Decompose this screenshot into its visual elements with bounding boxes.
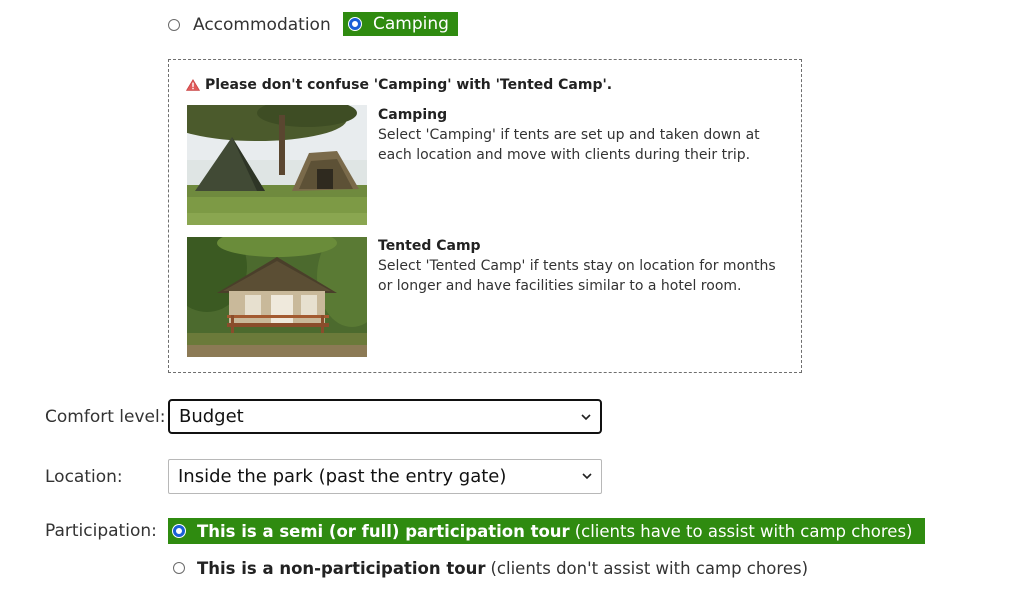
radio-camping-label: Camping (373, 14, 449, 34)
non-participation-bold: This is a non-participation tour (197, 558, 486, 578)
camping-info-box: Please don't confuse 'Camping' with 'Ten… (168, 59, 802, 373)
radio-camping[interactable]: Camping (343, 12, 458, 36)
radio-circle-icon (168, 19, 180, 31)
semi-participation-bold: This is a semi (or full) participation t… (197, 521, 570, 541)
radio-accommodation[interactable]: Accommodation (168, 14, 331, 36)
comfort-level-select[interactable]: Budget (168, 399, 602, 434)
semi-participation-detail: (clients have to assist with camp chores… (574, 521, 913, 541)
semi-participation-text: This is a semi (or full) participation t… (197, 522, 913, 541)
location-select[interactable]: Inside the park (past the entry gate) (168, 459, 602, 494)
radio-non-participation[interactable]: This is a non-participation tour (clients… (168, 555, 820, 581)
camping-title: Camping (378, 107, 448, 123)
tented-camp-photo (187, 237, 367, 357)
tented-camp-text: Tented Camp Select 'Tented Camp' if tent… (378, 238, 788, 296)
comfort-level-label: Comfort level: (45, 407, 166, 427)
warning-row: Please don't confuse 'Camping' with 'Ten… (186, 77, 612, 93)
tented-camp-title: Tented Camp (378, 238, 481, 254)
tented-camp-description: Select 'Tented Camp' if tents stay on lo… (378, 258, 776, 294)
chevron-down-icon (581, 414, 591, 421)
location-label: Location: (45, 467, 123, 487)
comfort-level-value: Budget (179, 406, 244, 427)
location-value: Inside the park (past the entry gate) (178, 466, 507, 487)
radio-accommodation-label: Accommodation (193, 15, 331, 35)
non-participation-text: This is a non-participation tour (clients… (197, 559, 808, 578)
camping-photo (187, 105, 367, 225)
warning-icon (186, 79, 200, 91)
chevron-down-icon (582, 473, 592, 480)
participation-label: Participation: (45, 521, 157, 541)
radio-selected-icon (349, 18, 361, 30)
radio-semi-participation[interactable]: This is a semi (or full) participation t… (168, 518, 925, 544)
camping-text: Camping Select 'Camping' if tents are se… (378, 107, 788, 165)
non-participation-detail: (clients don't assist with camp chores) (490, 558, 809, 578)
radio-selected-icon (173, 525, 185, 537)
radio-circle-icon (173, 562, 185, 574)
warning-text: Please don't confuse 'Camping' with 'Ten… (205, 77, 613, 93)
camping-description: Select 'Camping' if tents are set up and… (378, 127, 760, 163)
